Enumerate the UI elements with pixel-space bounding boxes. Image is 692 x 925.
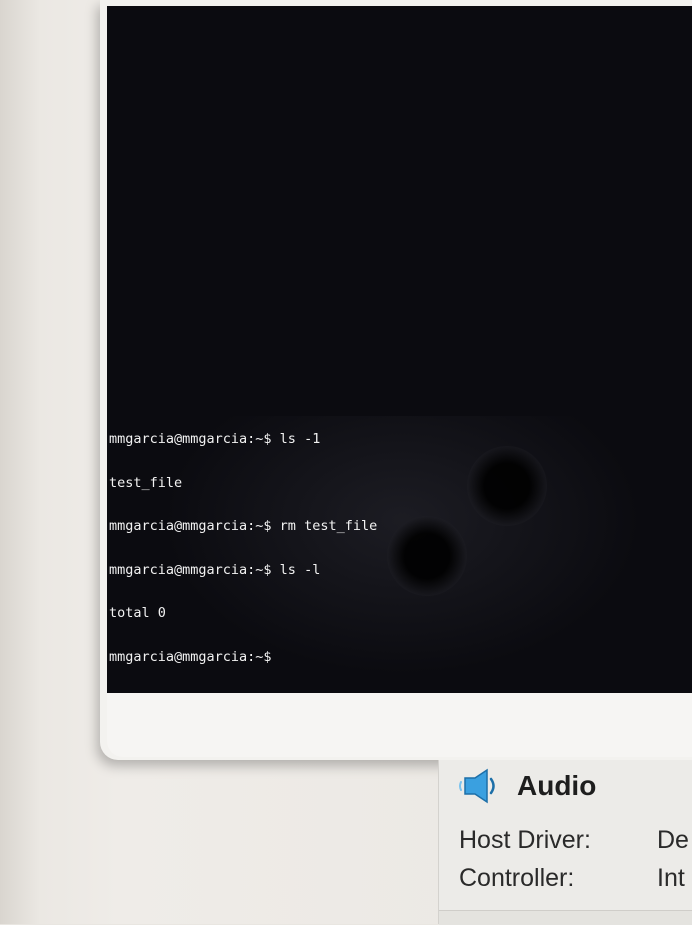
terminal-line: test_file <box>109 474 183 491</box>
controller-row: Controller: Int <box>459 864 685 893</box>
reflection-camera-lens <box>467 446 547 526</box>
reflection-camera-lens <box>387 516 467 596</box>
controller-label: Controller: <box>459 864 575 892</box>
terminal-prompt[interactable]: mmgarcia@mmgarcia:~$ <box>109 649 377 665</box>
host-driver-value: De <box>657 826 689 854</box>
host-driver-row: Host Driver: De <box>459 826 689 855</box>
controller-value: Int <box>657 864 685 892</box>
audio-section-header[interactable]: Audio <box>459 766 596 806</box>
terminal-line: mmgarcia@mmgarcia:~$ ls -l <box>109 561 321 578</box>
vm-details-panel: Audio Host Driver: De Controller: Int <box>438 760 692 925</box>
terminal-line: total 0 <box>109 605 166 621</box>
next-section-divider <box>439 910 692 925</box>
speaker-icon <box>459 766 505 806</box>
terminal-line: mmgarcia@mmgarcia:~$ ls -1 <box>109 431 321 447</box>
vm-window-bottom-bezel <box>107 693 692 757</box>
host-driver-label: Host Driver: <box>459 826 591 854</box>
audio-section-title: Audio <box>517 770 597 801</box>
terminal-output: mmgarcia@mmgarcia:~$ ls -1 test_file mmg… <box>109 403 377 693</box>
terminal-screen[interactable]: mmgarcia@mmgarcia:~$ ls -1 test_file mmg… <box>107 6 692 693</box>
terminal-line: mmgarcia@mmgarcia:~$ rm test_file <box>109 518 378 534</box>
